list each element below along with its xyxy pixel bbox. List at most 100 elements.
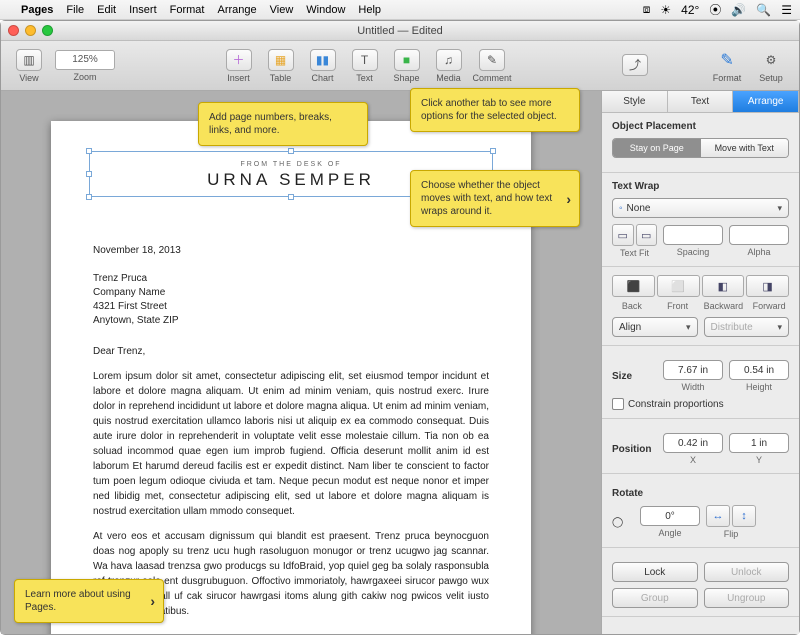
text-button[interactable]: TText	[347, 49, 383, 83]
tab-arrange[interactable]: Arrange	[733, 91, 799, 112]
work-area: FROM THE DESK OF URNA SEMPER November 18…	[1, 91, 799, 634]
callout-learn-more[interactable]: Learn more about using Pages.›	[14, 579, 164, 623]
position-section: Position 0.42 inX 1 inY	[602, 419, 799, 474]
tab-style[interactable]: Style	[602, 91, 668, 112]
stay-on-page-option[interactable]: Stay on Page	[613, 139, 701, 157]
notifications-icon[interactable]: ☰	[781, 3, 792, 17]
window-status: Edited	[412, 25, 443, 37]
text-wrap-dropdown[interactable]: ◦None	[612, 198, 789, 218]
align-dropdown[interactable]: Align	[612, 317, 698, 337]
menubar-status: ⧈ ☀ 42° ⦿ 🔊 🔍 ☰	[643, 1, 792, 18]
wifi-icon[interactable]: ⦿	[709, 1, 721, 18]
tab-text[interactable]: Text	[668, 91, 734, 112]
object-placement-section: Object Placement Stay on Page Move with …	[602, 113, 799, 173]
constrain-proportions-checkbox[interactable]: Constrain proportions	[612, 398, 789, 410]
section-title: Size	[612, 371, 657, 382]
distribute-dropdown: Distribute	[704, 317, 790, 337]
format-icon: ✎	[714, 49, 740, 71]
menu-window[interactable]: Window	[306, 4, 345, 16]
text-wrap-section: Text Wrap ◦None ▭▭Text Fit Spacing Alpha	[602, 173, 799, 267]
menu-file[interactable]: File	[66, 4, 84, 16]
unlock-button: Unlock	[704, 562, 790, 582]
move-with-text-option[interactable]: Move with Text	[701, 139, 789, 157]
group-button: Group	[612, 588, 698, 608]
placement-segment[interactable]: Stay on Page Move with Text	[612, 138, 789, 158]
section-title: Object Placement	[612, 121, 789, 132]
insert-button[interactable]: ＋Insert	[221, 49, 257, 83]
setup-button[interactable]: ⚙Setup	[753, 49, 789, 83]
x-field[interactable]: 0.42 in	[663, 433, 723, 453]
comment-icon: ✎	[479, 49, 505, 71]
media-icon: ♫	[436, 49, 462, 71]
volume-icon[interactable]: 🔊	[731, 3, 746, 17]
weather-temp: 42°	[681, 3, 699, 17]
send-backward-button[interactable]: ◧	[702, 275, 745, 297]
chevron-right-icon: ›	[150, 592, 155, 610]
app-name-menu[interactable]: Pages	[21, 4, 53, 16]
zoom-value[interactable]: 125%	[55, 50, 115, 70]
chart-button[interactable]: ▮▮Chart	[305, 49, 341, 83]
bring-forward-button[interactable]: ◨	[746, 275, 789, 297]
height-field[interactable]: 0.54 in	[729, 360, 789, 380]
spacing-field[interactable]	[663, 225, 723, 245]
menu-edit[interactable]: Edit	[97, 4, 116, 16]
menu-format[interactable]: Format	[170, 4, 205, 16]
toolbar: ▥View 125%Zoom ＋Insert ▦Table ▮▮Chart TT…	[1, 41, 799, 91]
width-field[interactable]: 7.67 in	[663, 360, 723, 380]
comment-button[interactable]: ✎Comment	[473, 49, 512, 83]
window-title: Untitled	[357, 25, 394, 37]
weather-icon[interactable]: ☀	[660, 3, 671, 17]
minimize-button[interactable]	[25, 25, 36, 36]
menu-view[interactable]: View	[270, 4, 294, 16]
setup-icon: ⚙	[758, 49, 784, 71]
angle-field[interactable]: 0°	[640, 506, 700, 526]
inspector-panel: Style Text Arrange Object Placement Stay…	[601, 91, 799, 634]
greeting: Dear Trenz,	[93, 346, 489, 357]
bring-to-front-button[interactable]: ⬜	[657, 275, 700, 297]
textfit-button1[interactable]: ▭	[612, 224, 634, 246]
section-title: Text Wrap	[612, 181, 789, 192]
shape-icon: ■	[394, 49, 420, 71]
callout-insert: Add page numbers, breaks, links, and mor…	[198, 102, 368, 146]
y-field[interactable]: 1 in	[729, 433, 789, 453]
search-icon[interactable]: 🔍	[756, 3, 771, 17]
alpha-field[interactable]	[729, 225, 789, 245]
media-button[interactable]: ♫Media	[431, 49, 467, 83]
size-section: Size 7.67 inWidth 0.54 inHeight Constrai…	[602, 346, 799, 419]
rotate-section: Rotate ◯ 0°Angle ↔↕Flip	[602, 474, 799, 548]
chevron-right-icon: ›	[566, 189, 571, 207]
callout-tabs: Click another tab to see more options fo…	[410, 88, 580, 132]
lock-button[interactable]: Lock	[612, 562, 698, 582]
textfit-button2[interactable]: ▭	[636, 224, 658, 246]
rotate-dial[interactable]: ◯	[612, 517, 634, 528]
view-button[interactable]: ▥View	[11, 49, 47, 83]
lock-group-section: Lock Unlock Group Ungroup	[602, 548, 799, 617]
shape-button[interactable]: ■Shape	[389, 49, 425, 83]
table-button[interactable]: ▦Table	[263, 49, 299, 83]
menu-arrange[interactable]: Arrange	[217, 4, 256, 16]
menu-help[interactable]: Help	[358, 4, 381, 16]
format-button[interactable]: ✎Format	[709, 49, 745, 83]
menu-insert[interactable]: Insert	[129, 4, 157, 16]
close-button[interactable]	[8, 25, 19, 36]
view-icon: ▥	[16, 49, 42, 71]
zoom-button[interactable]	[42, 25, 53, 36]
text-icon: T	[352, 49, 378, 71]
window-titlebar: Untitled — Edited	[1, 21, 799, 41]
flip-vertical-button[interactable]: ↕	[732, 505, 756, 527]
insert-icon: ＋	[226, 49, 252, 71]
chart-icon: ▮▮	[310, 49, 336, 71]
section-title: Rotate	[612, 488, 789, 499]
recipient-address: Trenz Pruca Company Name 4321 First Stre…	[93, 272, 489, 328]
arrange-order-section: ⬛ ⬜ ◧ ◨ Back Front Backward Forward Alig…	[602, 267, 799, 346]
mac-menubar: Pages File Edit Insert Format Arrange Vi…	[0, 0, 800, 20]
share-button[interactable]: ⤴	[617, 54, 653, 78]
zoom-control[interactable]: 125%Zoom	[55, 50, 115, 82]
dropbox-icon[interactable]: ⧈	[643, 2, 651, 17]
send-to-back-button[interactable]: ⬛	[612, 275, 655, 297]
flip-horizontal-button[interactable]: ↔	[706, 505, 730, 527]
share-icon: ⤴	[622, 54, 648, 76]
table-icon: ▦	[268, 49, 294, 71]
section-title: Position	[612, 444, 657, 455]
letter-date: November 18, 2013	[93, 245, 489, 256]
